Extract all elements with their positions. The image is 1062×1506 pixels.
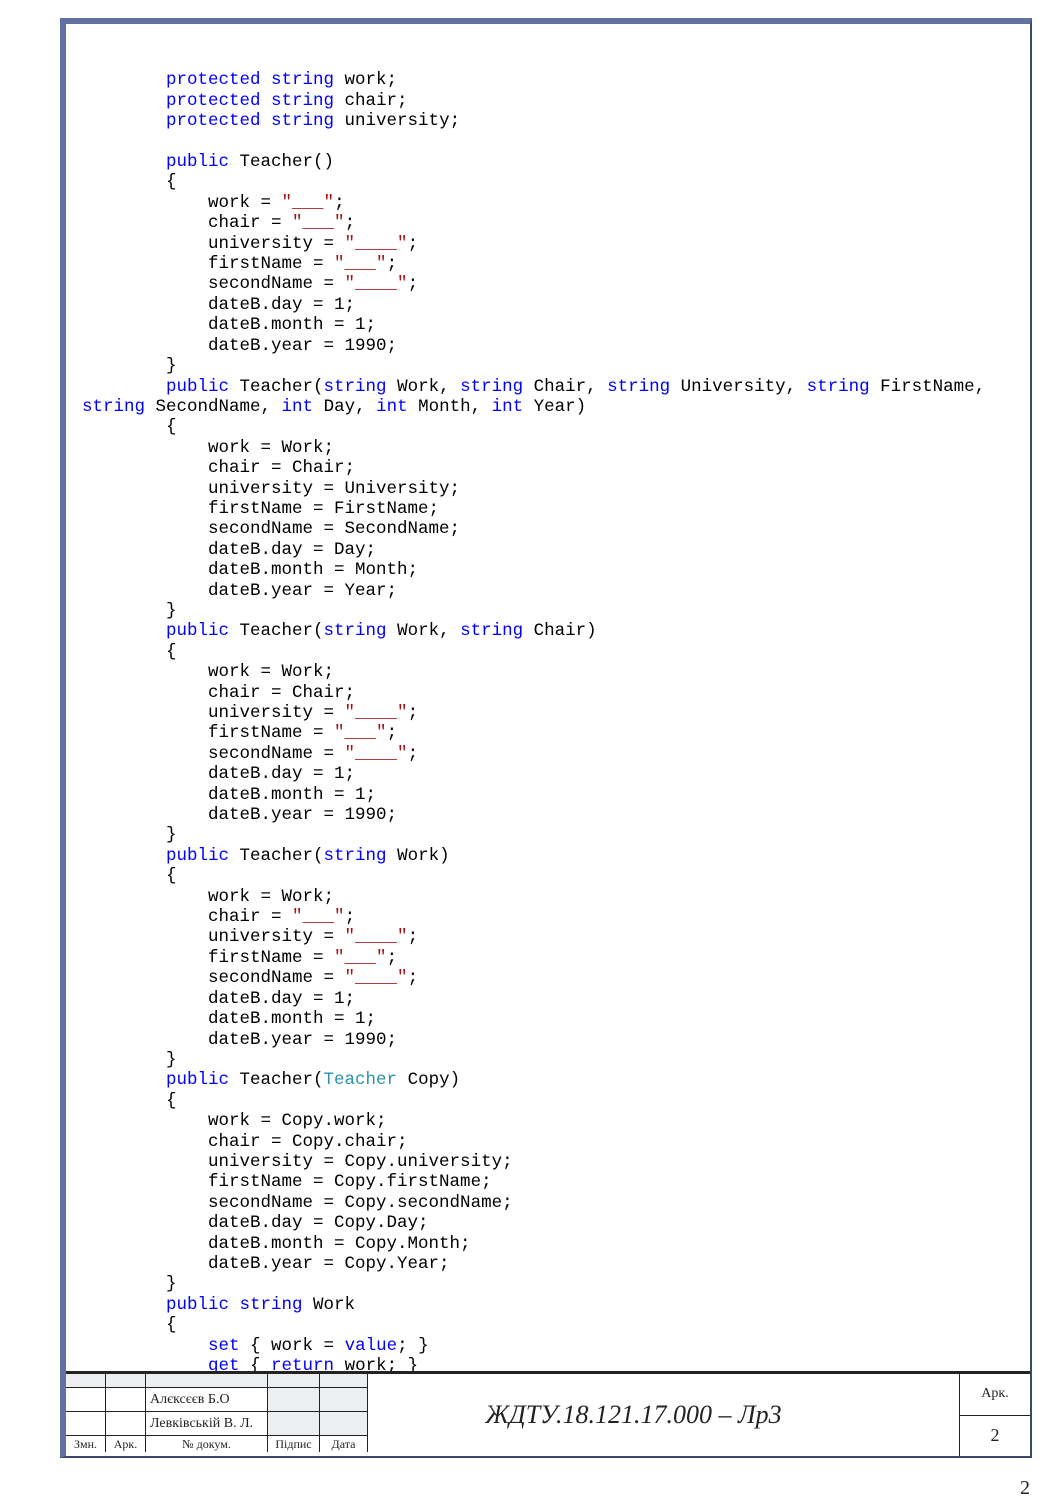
- stamp-name1: Алєксєєв Б.О: [146, 1388, 268, 1412]
- stamp-cell: [146, 1374, 268, 1388]
- stamp-cell: [106, 1412, 146, 1436]
- stamp-page-small: 2: [960, 1416, 1030, 1457]
- code-text: protected: [82, 70, 261, 90]
- title-block: Алєксєєв Б.О Левківській В. Л. Змн. Арк.…: [66, 1371, 1030, 1456]
- stamp-cell: [106, 1388, 146, 1412]
- stamp-dokum: № докум.: [146, 1436, 268, 1452]
- stamp-ark-label: Арк.: [960, 1374, 1030, 1416]
- stamp-cell: [66, 1388, 106, 1412]
- stamp-title: ЖДТУ.18.121.17.000 – Лр3: [308, 1374, 960, 1456]
- stamp-name2: Левківській В. Л.: [146, 1412, 268, 1436]
- page-number: 2: [1020, 1477, 1030, 1500]
- stamp-ark-small: Арк.: [106, 1436, 146, 1452]
- document-frame: protected string work; protected string …: [60, 18, 1032, 1458]
- code-block: protected string work; protected string …: [66, 24, 1030, 1371]
- stamp-zmn: Змн.: [66, 1436, 106, 1452]
- stamp-cell: [66, 1412, 106, 1436]
- stamp-cell: [66, 1374, 106, 1388]
- stamp-cell: [106, 1374, 146, 1388]
